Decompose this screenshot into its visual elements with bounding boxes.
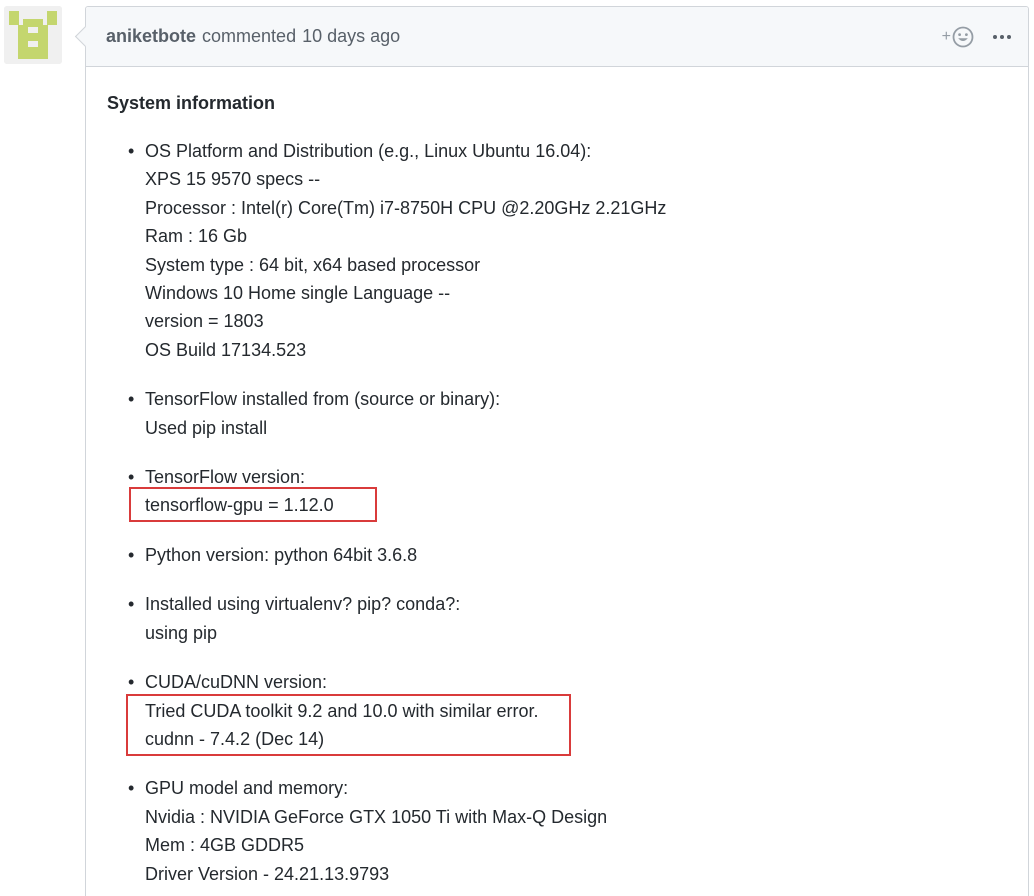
plus-label: + <box>941 27 951 45</box>
identicon-image <box>4 6 62 64</box>
avatar[interactable] <box>4 6 62 64</box>
list-item-os-platform: OS Platform and Distribution (e.g., Linu… <box>128 137 1008 364</box>
more-options-button[interactable] <box>992 34 1012 40</box>
list-item-line: cudnn - 7.4.2 (Dec 14) <box>145 728 325 749</box>
list-item-label: Installed using virtualenv? pip? conda?: <box>145 594 461 615</box>
section-title: System information <box>107 93 276 113</box>
list-item-line: XPS 15 9570 specs -- <box>145 169 321 190</box>
page: aniketbote commented 10 days ago + Syste… <box>0 0 1034 896</box>
add-reaction-button[interactable]: + <box>942 26 974 48</box>
list-item-line: using pip <box>145 622 218 643</box>
comment-action: commented <box>202 26 297 46</box>
comment-timestamp[interactable]: 10 days ago <box>302 26 400 47</box>
list-item-gpu-model: GPU model and memory: Nvidia : NVIDIA Ge… <box>128 774 1008 888</box>
list-item-label: CUDA/cuDNN version: <box>145 672 328 693</box>
list-item-line: Mem : 4GB GDDR5 <box>145 835 305 856</box>
comment-header-actions: + <box>942 7 1012 66</box>
list-item-install-method: Installed using virtualenv? pip? conda?:… <box>128 590 1008 647</box>
list-item-line: version = 1803 <box>145 311 264 332</box>
list-item-cuda-version: CUDA/cuDNN version: Tried CUDA toolkit 9… <box>126 668 1008 756</box>
list-item-line: Ram : 16 Gb <box>145 226 248 247</box>
list-item-line: Driver Version - 24.21.13.9793 <box>145 863 390 884</box>
highlighted-cuda-versions: Tried CUDA toolkit 9.2 and 10.0 with sim… <box>126 693 1008 756</box>
list-item-tf-version: TensorFlow version: tensorflow-gpu = 1.1… <box>128 463 1008 523</box>
list-item-label: TensorFlow version: <box>145 467 306 488</box>
list-item-line: Windows 10 Home single Language -- <box>145 283 451 304</box>
comment-box: aniketbote commented 10 days ago + Syste… <box>85 6 1029 896</box>
list-item-label: TensorFlow installed from (source or bin… <box>145 389 501 410</box>
highlighted-tf-version: tensorflow-gpu = 1.12.0 <box>129 487 1008 523</box>
comment-author-link[interactable]: aniketbote <box>106 26 196 47</box>
list-item-line: OS Build 17134.523 <box>145 339 307 360</box>
smiley-icon <box>952 26 974 47</box>
system-info-list: OS Platform and Distribution (e.g., Linu… <box>107 137 1008 888</box>
list-item-line: Nvidia : NVIDIA GeForce GTX 1050 Ti with… <box>145 806 608 827</box>
list-item-tf-install-source: TensorFlow installed from (source or bin… <box>128 385 1008 442</box>
list-item-label: GPU model and memory: <box>145 778 349 799</box>
kebab-horizontal-icon <box>993 34 1011 39</box>
comment-body: System information OS Platform and Distr… <box>86 67 1028 888</box>
list-item-line: Processor : Intel(r) Core(Tm) i7-8750H C… <box>145 197 667 218</box>
comment-header: aniketbote commented 10 days ago + <box>86 7 1028 67</box>
list-item-line: System type : 64 bit, x64 based processo… <box>145 254 481 275</box>
list-item-python-version: Python version: python 64bit 3.6.8 <box>128 541 1008 570</box>
list-item-line: Used pip install <box>145 417 268 438</box>
list-item-line: Tried CUDA toolkit 9.2 and 10.0 with sim… <box>145 700 539 721</box>
list-item-line: tensorflow-gpu = 1.12.0 <box>145 495 334 516</box>
list-item-label: Python version: python 64bit 3.6.8 <box>145 544 418 565</box>
list-item-label: OS Platform and Distribution (e.g., Linu… <box>145 141 592 161</box>
